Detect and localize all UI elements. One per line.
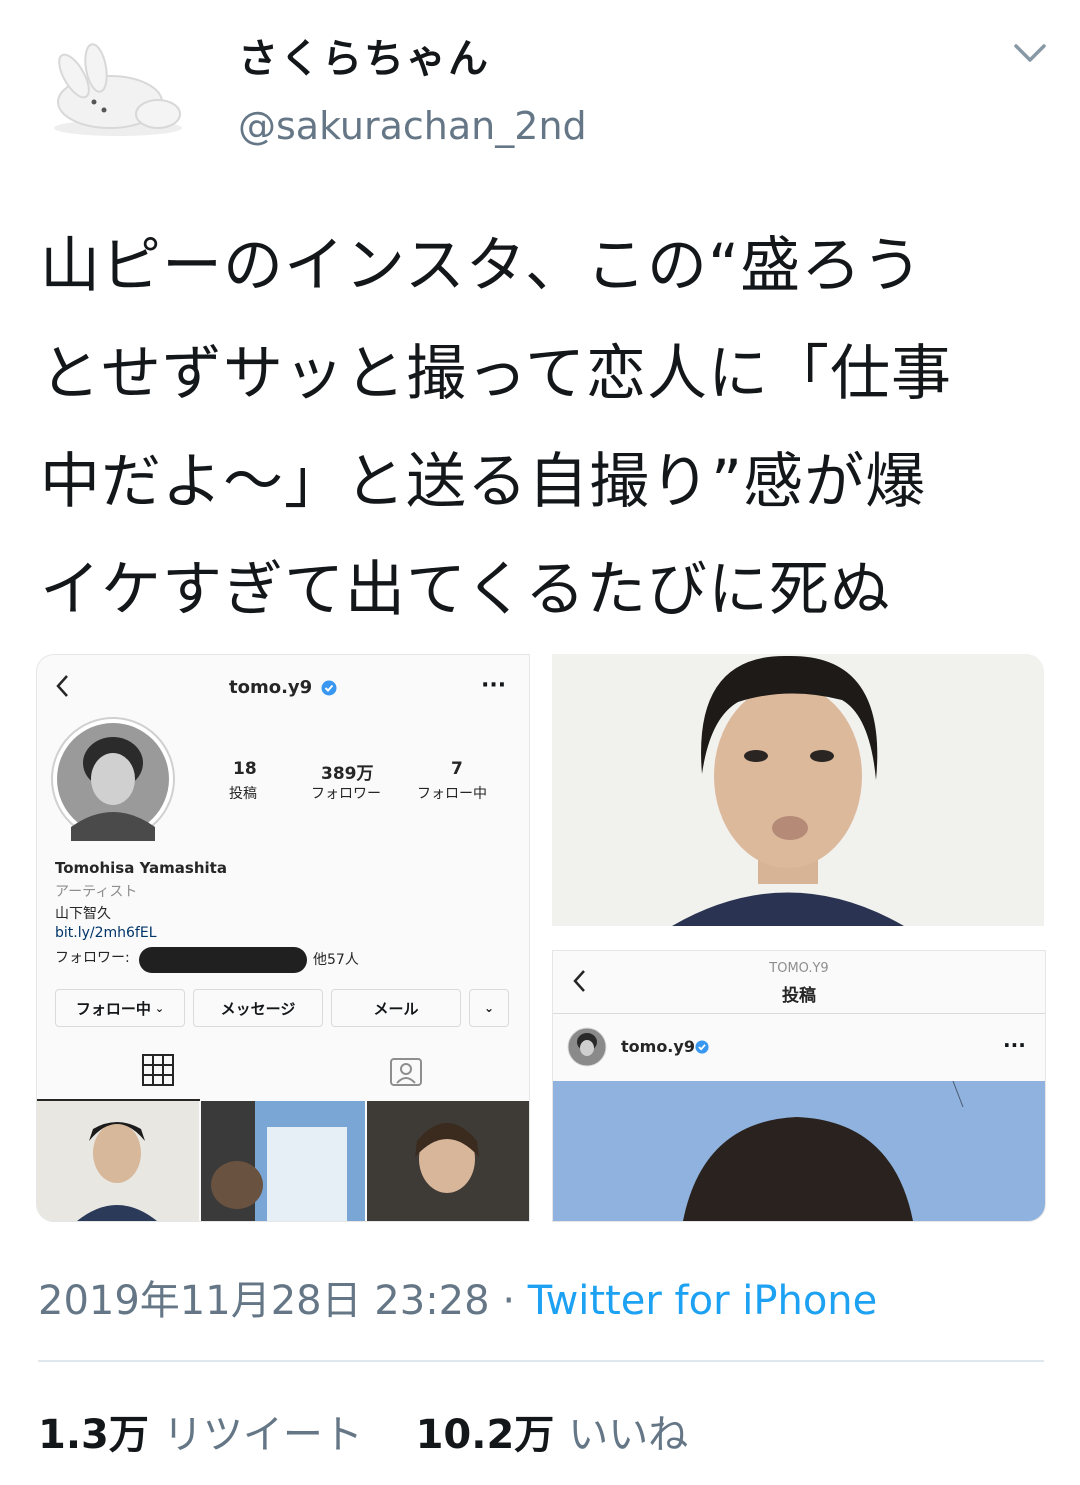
tweet-line: イケすぎて出てくるたびに死ぬ (40, 555, 891, 625)
back-arrow-icon (56, 675, 68, 697)
tweet-line: 中だよ〜」と送る自撮り”感が爆 (40, 447, 927, 517)
ig-category: アーティスト (55, 884, 138, 900)
ig-link: bit.ly/2mh6fEL (55, 925, 157, 941)
verified-badge-icon (695, 1040, 709, 1054)
user-handle[interactable]: @sakurachan_2nd (238, 104, 587, 148)
ig-posts-count: 18 (233, 759, 257, 779)
ig-full-name: Tomohisa Yamashita (55, 859, 227, 877)
ig-following-count: 7 (451, 759, 463, 779)
media-image-profile[interactable]: tomo.y9 ··· 18 投稿 389万 フォロワー 7 フォロー中 Tom… (36, 654, 530, 1222)
redacted-bar (139, 947, 307, 973)
display-name[interactable]: さくらちゃん (238, 26, 490, 84)
ig-username: tomo.y9 (229, 677, 313, 698)
tweet-line: とせずサッと撮って恋人に「仕事 (40, 339, 952, 409)
tweet-timestamp: 2019年11月28日 23:28 · Twitter for iPhone (38, 1268, 877, 1326)
chevron-down-icon[interactable] (1010, 38, 1050, 68)
ig-followed-by-label: フォロワー: (55, 950, 130, 966)
timestamp-text[interactable]: 2019年11月28日 23:28 (38, 1278, 490, 1324)
ig-following-label: フォロー中 (417, 786, 487, 802)
ig-mail-button: メール (331, 989, 461, 1027)
retweets-stat[interactable]: 1.3万 リツイート (38, 1412, 363, 1458)
ig-post-header-title: 投稿 (782, 986, 816, 1006)
chevron-down-icon: ⌄ (154, 1001, 165, 1015)
ig-message-button: メッセージ (193, 989, 323, 1027)
ig-profile-avatar (51, 717, 175, 841)
ig-post-header-user: TOMO.Y9 (769, 961, 829, 976)
more-dots-icon: ··· (481, 673, 507, 698)
tweet-text: 山ピーのインスタ、この“盛ろう とせずサッと撮って恋人に「仕事 中だよ〜」と送る… (40, 212, 1050, 644)
ig-post-avatar (567, 1027, 607, 1067)
likes-label: いいね (568, 1412, 689, 1458)
verified-badge-icon (321, 680, 337, 696)
divider (553, 1013, 1045, 1014)
grid-icon (142, 1054, 174, 1086)
chevron-down-icon: ⌄ (483, 1001, 495, 1015)
ig-following-button-label: フォロー中 (75, 999, 151, 1018)
source-link[interactable]: Twitter for iPhone (528, 1278, 878, 1324)
media-image-post[interactable]: TOMO.Y9 投稿 tomo.y9 ··· (552, 950, 1046, 1222)
divider (38, 1360, 1044, 1362)
ig-following-button: フォロー中 ⌄ (55, 989, 185, 1027)
ig-post-thumbnails (37, 1101, 529, 1221)
retweets-label: リツイート (162, 1412, 363, 1458)
tagged-icon (390, 1058, 422, 1086)
likes-count: 10.2万 (415, 1412, 555, 1458)
ig-message-button-label: メッセージ (220, 999, 296, 1018)
ig-bio-name: 山下智久 (55, 906, 111, 922)
more-dots-icon: ··· (1003, 1033, 1026, 1057)
ig-followers-label: フォロワー (311, 786, 381, 802)
ig-expand-button: ⌄ (469, 989, 509, 1027)
ig-followers-count: 389万 (321, 764, 374, 784)
avatar[interactable] (38, 40, 198, 140)
ig-followed-by-others: 他57人 (313, 952, 359, 968)
media-image-selfie[interactable] (552, 654, 1044, 926)
likes-stat[interactable]: 10.2万 いいね (416, 1412, 689, 1458)
separator-dot: · (502, 1278, 516, 1324)
tweet-line: 山ピーのインスタ、この“盛ろう (40, 231, 924, 301)
ig-posts-label: 投稿 (229, 786, 257, 802)
ig-post-username: tomo.y9 (621, 1037, 695, 1056)
tweet-stats: 1.3万 リツイート 10.2万 いいね (38, 1402, 688, 1460)
ig-mail-button-label: メール (373, 999, 419, 1018)
ig-post-photo (553, 1081, 1045, 1221)
retweets-count: 1.3万 (38, 1412, 149, 1458)
